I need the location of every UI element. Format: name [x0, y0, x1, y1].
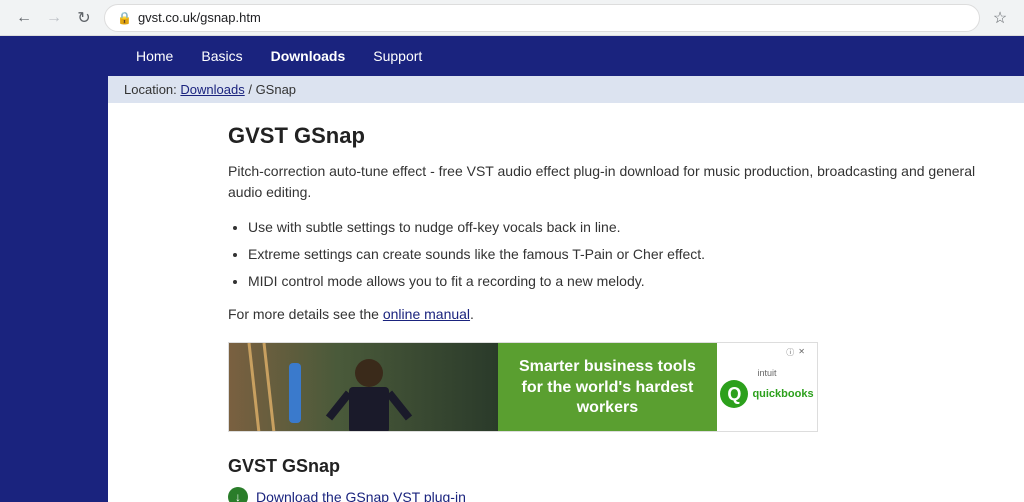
forward-button[interactable]: → [42, 6, 66, 30]
address-bar[interactable]: 🔒 gvst.co.uk/gsnap.htm [104, 4, 980, 32]
ad-info-icon[interactable]: ⓘ [786, 347, 794, 358]
quickbooks-logo: Q quickbooks [720, 380, 813, 408]
ad-person-image [229, 343, 498, 432]
feature-list: Use with subtle settings to nudge off-ke… [248, 217, 978, 292]
page-description: Pitch-correction auto-tune effect - free… [228, 161, 978, 203]
top-nav: Home Basics Downloads Support [108, 36, 1024, 76]
browser-chrome: ← → ↻ 🔒 gvst.co.uk/gsnap.htm ☆ [0, 0, 1024, 36]
nav-home[interactable]: Home [124, 40, 185, 72]
nav-basics[interactable]: Basics [189, 40, 254, 72]
breadcrumb-link[interactable]: Downloads [180, 82, 244, 97]
page-title: GVST GSnap [228, 123, 978, 149]
nav-downloads[interactable]: Downloads [259, 40, 358, 72]
more-details-text: For more details see the online manual. [228, 306, 978, 322]
online-manual-link[interactable]: online manual [383, 306, 470, 322]
lock-icon: 🔒 [117, 11, 132, 25]
content-area: GVST GSnap Pitch-correction auto-tune ef… [108, 103, 1008, 502]
refresh-button[interactable]: ↻ [72, 6, 96, 30]
nav-support[interactable]: Support [361, 40, 434, 72]
ad-info-controls: ⓘ ✕ [786, 347, 805, 358]
ad-photo [229, 343, 498, 432]
left-sidebar [0, 36, 108, 502]
ad-green-text: Smarter business toolsfor the world's ha… [508, 357, 707, 419]
url-text: gvst.co.uk/gsnap.htm [138, 10, 261, 25]
bookmark-button[interactable]: ☆ [988, 6, 1012, 30]
ad-quickbooks-section: ⓘ ✕ intuit Q quickbooks [717, 343, 817, 432]
list-item: Extreme settings can create sounds like … [248, 244, 978, 265]
breadcrumb-bar: Location: Downloads / GSnap [108, 76, 1024, 103]
intuit-label: intuit [757, 368, 776, 378]
qb-circle-icon: Q [720, 380, 748, 408]
download-link-text: Download the GSnap VST plug-in [256, 489, 466, 502]
breadcrumb-separator: / GSnap [248, 82, 296, 97]
download-title: GVST GSnap [228, 456, 978, 477]
back-button[interactable]: ← [12, 6, 36, 30]
ad-banner[interactable]: Smarter business toolsfor the world's ha… [228, 342, 818, 432]
main-area: Home Basics Downloads Support Location: … [108, 36, 1024, 502]
ad-close-icon[interactable]: ✕ [798, 347, 805, 358]
download-section: GVST GSnap ↓ Download the GSnap VST plug… [228, 456, 978, 502]
list-item: MIDI control mode allows you to fit a re… [248, 271, 978, 292]
quickbooks-label: quickbooks [752, 388, 813, 400]
more-details-end: . [470, 306, 474, 322]
nav-buttons: ← → ↻ [12, 6, 96, 30]
download-link[interactable]: ↓ Download the GSnap VST plug-in [228, 487, 978, 502]
ad-green-section: Smarter business toolsfor the world's ha… [498, 343, 717, 432]
download-icon: ↓ [228, 487, 248, 502]
breadcrumb-prefix: Location: [124, 82, 177, 97]
list-item: Use with subtle settings to nudge off-ke… [248, 217, 978, 238]
page-layout: Home Basics Downloads Support Location: … [0, 36, 1024, 502]
more-details-prefix: For more details see the [228, 306, 379, 322]
